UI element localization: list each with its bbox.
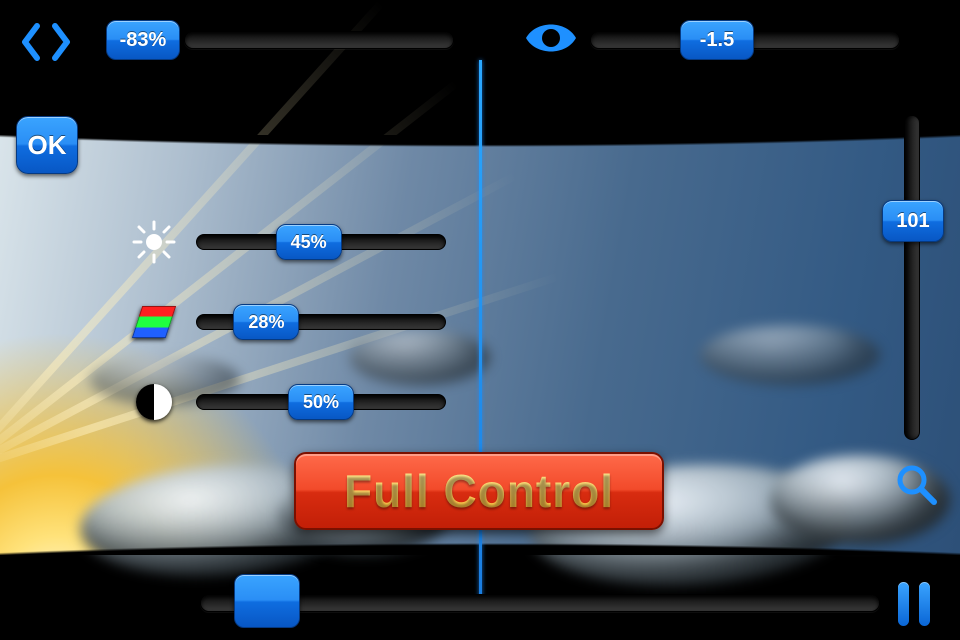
- ok-button-label: OK: [28, 130, 67, 161]
- exposure-value-label: -1.5: [700, 29, 734, 52]
- saturation-value-label: 28%: [248, 312, 284, 333]
- brightness-slider-track[interactable]: 45%: [196, 234, 446, 250]
- saturation-slider-track[interactable]: 28%: [196, 314, 446, 330]
- contrast-slider-track[interactable]: 50%: [196, 394, 446, 410]
- brightness-value-label: 45%: [291, 232, 327, 253]
- contrast-icon: [130, 378, 178, 426]
- pause-icon: [919, 582, 930, 626]
- exposure-value-badge[interactable]: -1.5: [680, 20, 754, 60]
- separation-value-badge[interactable]: -83%: [106, 20, 180, 60]
- focal-slider-track[interactable]: [904, 115, 920, 440]
- banner-label: Full Control: [344, 464, 614, 518]
- saturation-row: 28%: [130, 298, 446, 346]
- zoom-icon[interactable]: [894, 462, 938, 511]
- saturation-slider-thumb[interactable]: 28%: [233, 304, 299, 340]
- brightness-icon: [130, 218, 178, 266]
- contrast-row: 50%: [130, 378, 446, 426]
- contrast-slider-thumb[interactable]: 50%: [288, 384, 354, 420]
- chevron-left-icon[interactable]: [18, 22, 44, 62]
- scrubber-thumb[interactable]: [234, 574, 300, 628]
- pause-icon: [898, 582, 909, 626]
- pause-button[interactable]: [898, 582, 930, 626]
- app-stage: -83% -1.5 OK: [0, 0, 960, 640]
- separation-slider-track[interactable]: [184, 31, 454, 49]
- ok-button[interactable]: OK: [16, 116, 78, 174]
- separation-value-label: -83%: [120, 29, 167, 52]
- eye-icon[interactable]: [524, 18, 578, 63]
- chevron-right-icon[interactable]: [48, 22, 74, 62]
- brightness-row: 45%: [130, 218, 446, 266]
- nudge-controls: [18, 22, 74, 62]
- scrubber-track[interactable]: [200, 594, 880, 612]
- full-control-banner: Full Control: [294, 452, 664, 530]
- focal-slider-thumb[interactable]: 101: [882, 200, 944, 242]
- focal-value-label: 101: [896, 210, 929, 233]
- brightness-slider-thumb[interactable]: 45%: [276, 224, 342, 260]
- saturation-icon: [130, 298, 178, 346]
- contrast-value-label: 50%: [303, 392, 339, 413]
